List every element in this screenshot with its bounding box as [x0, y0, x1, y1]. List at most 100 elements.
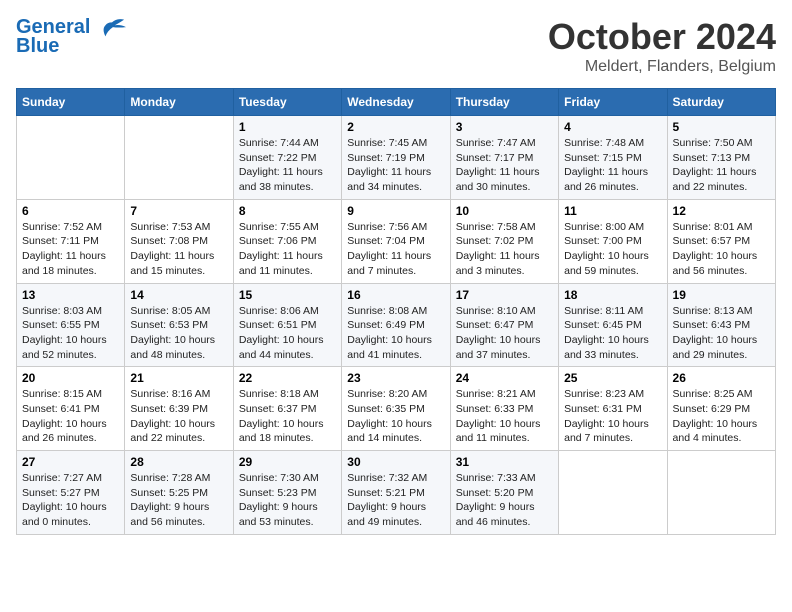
month-title: October 2024	[548, 16, 776, 58]
calendar-cell: 17 Sunrise: 8:10 AMSunset: 6:47 PMDayligh…	[450, 283, 558, 367]
day-info: Sunrise: 7:50 AMSunset: 7:13 PMDaylight:…	[673, 136, 770, 195]
logo-bird-icon	[98, 17, 126, 39]
day-number: 7	[130, 204, 227, 218]
day-info: Sunrise: 8:25 AMSunset: 6:29 PMDaylight:…	[673, 387, 770, 446]
day-number: 6	[22, 204, 119, 218]
calendar-cell: 8 Sunrise: 7:55 AMSunset: 7:06 PMDaylight…	[233, 199, 341, 283]
calendar-cell: 9 Sunrise: 7:56 AMSunset: 7:04 PMDaylight…	[342, 199, 450, 283]
day-number: 26	[673, 371, 770, 385]
day-info: Sunrise: 8:20 AMSunset: 6:35 PMDaylight:…	[347, 387, 444, 446]
day-info: Sunrise: 7:47 AMSunset: 7:17 PMDaylight:…	[456, 136, 553, 195]
calendar-cell: 5 Sunrise: 7:50 AMSunset: 7:13 PMDaylight…	[667, 116, 775, 200]
calendar-cell: 15Sunrise: 8:06 AMSunset: 6:51 PMDayligh…	[233, 283, 341, 367]
day-info: Sunrise: 7:30 AMSunset: 5:23 PMDaylight:…	[239, 471, 336, 530]
day-number: 30	[347, 455, 444, 469]
day-info: Sunrise: 7:44 AMSunset: 7:22 PMDaylight:…	[239, 136, 336, 195]
day-number: 15	[239, 288, 336, 302]
calendar-cell: 4 Sunrise: 7:48 AMSunset: 7:15 PMDaylight…	[559, 116, 667, 200]
day-info: Sunrise: 7:32 AMSunset: 5:21 PMDaylight:…	[347, 471, 444, 530]
calendar-cell: 18Sunrise: 8:11 AMSunset: 6:45 PMDayligh…	[559, 283, 667, 367]
weekday-header: Sunday	[17, 89, 125, 116]
calendar-cell: 6 Sunrise: 7:52 AMSunset: 7:11 PMDaylight…	[17, 199, 125, 283]
calendar-week-row: 6 Sunrise: 7:52 AMSunset: 7:11 PMDaylight…	[17, 199, 776, 283]
day-info: Sunrise: 7:55 AMSunset: 7:06 PMDaylight:…	[239, 220, 336, 279]
day-info: Sunrise: 8:13 AMSunset: 6:43 PMDaylight:…	[673, 304, 770, 363]
day-number: 5	[673, 120, 770, 134]
calendar-cell: 7 Sunrise: 7:53 AMSunset: 7:08 PMDaylight…	[125, 199, 233, 283]
day-number: 25	[564, 371, 661, 385]
day-number: 20	[22, 371, 119, 385]
day-info: Sunrise: 7:33 AMSunset: 5:20 PMDaylight:…	[456, 471, 553, 530]
day-number: 23	[347, 371, 444, 385]
calendar-cell: 28 Sunrise: 7:28 AMSunset: 5:25 PMDayligh…	[125, 451, 233, 535]
calendar-cell: 1Sunrise: 7:44 AMSunset: 7:22 PMDaylight…	[233, 116, 341, 200]
calendar-cell: 21Sunrise: 8:16 AMSunset: 6:39 PMDayligh…	[125, 367, 233, 451]
day-number: 29	[239, 455, 336, 469]
calendar-cell: 23 Sunrise: 8:20 AMSunset: 6:35 PMDayligh…	[342, 367, 450, 451]
day-info: Sunrise: 8:03 AMSunset: 6:55 PMDaylight:…	[22, 304, 119, 363]
calendar-cell	[125, 116, 233, 200]
day-info: Sunrise: 8:08 AMSunset: 6:49 PMDaylight:…	[347, 304, 444, 363]
day-number: 22	[239, 371, 336, 385]
day-number: 14	[130, 288, 227, 302]
day-info: Sunrise: 8:16 AMSunset: 6:39 PMDaylight:…	[130, 387, 227, 446]
calendar-cell	[667, 451, 775, 535]
weekday-header: Wednesday	[342, 89, 450, 116]
day-info: Sunrise: 8:05 AMSunset: 6:53 PMDaylight:…	[130, 304, 227, 363]
logo: General Blue	[16, 16, 126, 58]
page-header: General Blue October 2024 Meldert, Fland…	[16, 16, 776, 76]
weekday-header: Monday	[125, 89, 233, 116]
day-number: 27	[22, 455, 119, 469]
day-number: 8	[239, 204, 336, 218]
day-number: 3	[456, 120, 553, 134]
calendar-week-row: 1Sunrise: 7:44 AMSunset: 7:22 PMDaylight…	[17, 116, 776, 200]
day-number: 28	[130, 455, 227, 469]
calendar-cell: 3 Sunrise: 7:47 AMSunset: 7:17 PMDaylight…	[450, 116, 558, 200]
weekday-header: Thursday	[450, 89, 558, 116]
day-number: 9	[347, 204, 444, 218]
calendar-cell: 30 Sunrise: 7:32 AMSunset: 5:21 PMDayligh…	[342, 451, 450, 535]
day-info: Sunrise: 7:45 AMSunset: 7:19 PMDaylight:…	[347, 136, 444, 195]
calendar-week-row: 27Sunrise: 7:27 AMSunset: 5:27 PMDayligh…	[17, 451, 776, 535]
day-info: Sunrise: 7:53 AMSunset: 7:08 PMDaylight:…	[130, 220, 227, 279]
day-number: 31	[456, 455, 553, 469]
day-info: Sunrise: 8:00 AMSunset: 7:00 PMDaylight:…	[564, 220, 661, 279]
day-number: 24	[456, 371, 553, 385]
calendar-week-row: 20 Sunrise: 8:15 AMSunset: 6:41 PMDayligh…	[17, 367, 776, 451]
calendar-cell: 19 Sunrise: 8:13 AMSunset: 6:43 PMDayligh…	[667, 283, 775, 367]
day-info: Sunrise: 7:48 AMSunset: 7:15 PMDaylight:…	[564, 136, 661, 195]
day-number: 17	[456, 288, 553, 302]
location-text: Meldert, Flanders, Belgium	[548, 58, 776, 76]
day-number: 2	[347, 120, 444, 134]
day-info: Sunrise: 8:23 AMSunset: 6:31 PMDaylight:…	[564, 387, 661, 446]
day-info: Sunrise: 7:28 AMSunset: 5:25 PMDaylight:…	[130, 471, 227, 530]
calendar-cell: 22 Sunrise: 8:18 AMSunset: 6:37 PMDayligh…	[233, 367, 341, 451]
calendar-cell	[17, 116, 125, 200]
calendar-cell: 26 Sunrise: 8:25 AMSunset: 6:29 PMDayligh…	[667, 367, 775, 451]
day-number: 12	[673, 204, 770, 218]
calendar-cell: 31 Sunrise: 7:33 AMSunset: 5:20 PMDayligh…	[450, 451, 558, 535]
calendar-cell: 12 Sunrise: 8:01 AMSunset: 6:57 PMDayligh…	[667, 199, 775, 283]
day-info: Sunrise: 7:56 AMSunset: 7:04 PMDaylight:…	[347, 220, 444, 279]
calendar-cell: 24 Sunrise: 8:21 AMSunset: 6:33 PMDayligh…	[450, 367, 558, 451]
day-info: Sunrise: 7:52 AMSunset: 7:11 PMDaylight:…	[22, 220, 119, 279]
day-number: 13	[22, 288, 119, 302]
day-number: 19	[673, 288, 770, 302]
day-info: Sunrise: 8:10 AMSunset: 6:47 PMDaylight:…	[456, 304, 553, 363]
calendar-cell: 2 Sunrise: 7:45 AMSunset: 7:19 PMDaylight…	[342, 116, 450, 200]
day-info: Sunrise: 8:21 AMSunset: 6:33 PMDaylight:…	[456, 387, 553, 446]
title-block: October 2024 Meldert, Flanders, Belgium	[548, 16, 776, 76]
calendar-cell: 13 Sunrise: 8:03 AMSunset: 6:55 PMDayligh…	[17, 283, 125, 367]
calendar-week-row: 13 Sunrise: 8:03 AMSunset: 6:55 PMDayligh…	[17, 283, 776, 367]
day-info: Sunrise: 7:58 AMSunset: 7:02 PMDaylight:…	[456, 220, 553, 279]
day-number: 4	[564, 120, 661, 134]
header-row: SundayMondayTuesdayWednesdayThursdayFrid…	[17, 89, 776, 116]
day-info: Sunrise: 8:18 AMSunset: 6:37 PMDaylight:…	[239, 387, 336, 446]
day-info: Sunrise: 8:01 AMSunset: 6:57 PMDaylight:…	[673, 220, 770, 279]
weekday-header: Tuesday	[233, 89, 341, 116]
day-number: 11	[564, 204, 661, 218]
calendar-header: SundayMondayTuesdayWednesdayThursdayFrid…	[17, 89, 776, 116]
calendar-cell: 27Sunrise: 7:27 AMSunset: 5:27 PMDayligh…	[17, 451, 125, 535]
day-number: 16	[347, 288, 444, 302]
day-info: Sunrise: 8:15 AMSunset: 6:41 PMDaylight:…	[22, 387, 119, 446]
